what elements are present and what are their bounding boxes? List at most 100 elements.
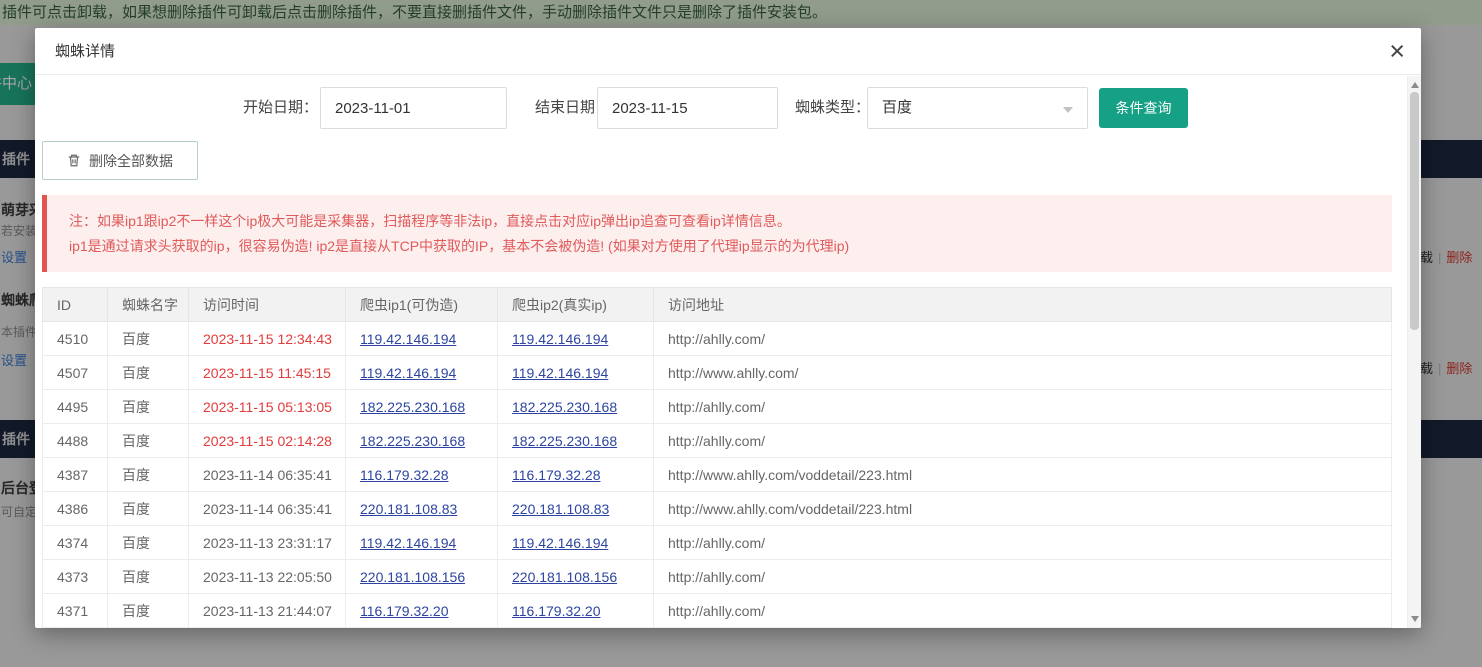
modal-scrollbar[interactable] <box>1407 76 1421 628</box>
cell-ip1: 220.181.108.156 <box>346 560 498 594</box>
ip2-link[interactable]: 119.42.146.194 <box>512 331 608 347</box>
ip2-link[interactable]: 119.42.146.194 <box>512 365 608 381</box>
cell-visit-time: 2023-11-15 05:13:05 <box>189 390 346 424</box>
cell-id: 4371 <box>43 594 108 628</box>
cell-ip2: 116.179.32.20 <box>498 594 654 628</box>
ip2-link[interactable]: 116.179.32.28 <box>512 467 601 483</box>
col-header-ip1: 爬虫ip1(可伪造) <box>346 288 498 322</box>
modal-header: 蜘蛛详情 × <box>35 28 1421 75</box>
notice-line-2: ip1是通过请求头获取的ip，很容易伪造! ip2是直接从TCP中获取的IP，基… <box>69 234 1372 259</box>
cell-spider-name: 百度 <box>108 458 189 492</box>
cell-ip1: 119.42.146.194 <box>346 322 498 356</box>
cell-visit-time: 2023-11-14 06:35:41 <box>189 458 346 492</box>
cell-ip2: 182.225.230.168 <box>498 424 654 458</box>
col-header-visit-url: 访问地址 <box>654 288 1392 322</box>
cell-visit-url: http://www.ahlly.com/ <box>654 356 1392 390</box>
notice-box: 注：如果ip1跟ip2不一样这个ip极大可能是采集器，扫描程序等非法ip，直接点… <box>42 195 1392 272</box>
scrollbar-up-arrow[interactable] <box>1411 82 1419 88</box>
ip1-link[interactable]: 116.179.32.20 <box>360 603 449 619</box>
spider-type-selected-value: 百度 <box>882 99 912 116</box>
cell-visit-time: 2023-11-15 12:34:43 <box>189 322 346 356</box>
cell-visit-time: 2023-11-13 23:31:17 <box>189 526 346 560</box>
cell-visit-time: 2023-11-15 11:45:15 <box>189 356 346 390</box>
cell-ip2: 220.181.108.83 <box>498 492 654 526</box>
ip2-link[interactable]: 182.225.230.168 <box>512 399 617 415</box>
ip1-link[interactable]: 220.181.108.156 <box>360 569 465 585</box>
ip2-link[interactable]: 220.181.108.83 <box>512 501 609 517</box>
spider-detail-modal: 蜘蛛详情 × 开始日期： 结束日期： 蜘蛛类型： 百度 条件查询 删除全部数据 … <box>35 28 1421 628</box>
start-date-label: 开始日期： <box>235 87 318 129</box>
cell-visit-url: http://ahlly.com/ <box>654 322 1392 356</box>
query-button[interactable]: 条件查询 <box>1099 88 1188 128</box>
cell-visit-url: http://www.ahlly.com/voddetail/223.html <box>654 458 1392 492</box>
scrollbar-down-arrow[interactable] <box>1411 616 1419 622</box>
ip2-link[interactable]: 220.181.108.156 <box>512 569 617 585</box>
cell-ip1: 220.181.108.83 <box>346 492 498 526</box>
cell-spider-name: 百度 <box>108 492 189 526</box>
notice-line-1: 注：如果ip1跟ip2不一样这个ip极大可能是采集器，扫描程序等非法ip，直接点… <box>69 209 1372 234</box>
end-date-input[interactable] <box>597 87 778 129</box>
cell-spider-name: 百度 <box>108 390 189 424</box>
table-row: 4495 百度 2023-11-15 05:13:05 182.225.230.… <box>43 390 1392 424</box>
cell-id: 4507 <box>43 356 108 390</box>
table-row: 4371 百度 2023-11-13 21:44:07 116.179.32.2… <box>43 594 1392 628</box>
ip1-link[interactable]: 182.225.230.168 <box>360 399 465 415</box>
cell-spider-name: 百度 <box>108 424 189 458</box>
cell-id: 4373 <box>43 560 108 594</box>
table-row: 4387 百度 2023-11-14 06:35:41 116.179.32.2… <box>43 458 1392 492</box>
cell-ip1: 182.225.230.168 <box>346 390 498 424</box>
cell-ip2: 119.42.146.194 <box>498 322 654 356</box>
cell-id: 4495 <box>43 390 108 424</box>
modal-title: 蜘蛛详情 <box>55 28 115 75</box>
cell-visit-url: http://ahlly.com/ <box>654 424 1392 458</box>
close-icon[interactable]: × <box>1389 34 1405 68</box>
table-row: 4386 百度 2023-11-14 06:35:41 220.181.108.… <box>43 492 1392 526</box>
start-date-input[interactable] <box>320 87 507 129</box>
cell-ip1: 119.42.146.194 <box>346 526 498 560</box>
cell-ip2: 116.179.32.28 <box>498 458 654 492</box>
cell-visit-time: 2023-11-15 02:14:28 <box>189 424 346 458</box>
col-header-ip2: 爬虫ip2(真实ip) <box>498 288 654 322</box>
cell-id: 4488 <box>43 424 108 458</box>
cell-visit-url: http://ahlly.com/ <box>654 526 1392 560</box>
cell-ip1: 182.225.230.168 <box>346 424 498 458</box>
cell-ip1: 116.179.32.20 <box>346 594 498 628</box>
cell-spider-name: 百度 <box>108 322 189 356</box>
cell-ip1: 116.179.32.28 <box>346 458 498 492</box>
cell-visit-url: http://ahlly.com/ <box>654 390 1392 424</box>
spider-table-head: ID 蜘蛛名字 访问时间 爬虫ip1(可伪造) 爬虫ip2(真实ip) 访问地址 <box>43 288 1392 322</box>
cell-ip2: 182.225.230.168 <box>498 390 654 424</box>
ip1-link[interactable]: 220.181.108.83 <box>360 501 457 517</box>
ip1-link[interactable]: 182.225.230.168 <box>360 433 465 449</box>
cell-visit-url: http://ahlly.com/ <box>654 594 1392 628</box>
ip1-link[interactable]: 119.42.146.194 <box>360 535 456 551</box>
cell-spider-name: 百度 <box>108 560 189 594</box>
table-row: 4507 百度 2023-11-15 11:45:15 119.42.146.1… <box>43 356 1392 390</box>
ip1-link[interactable]: 119.42.146.194 <box>360 365 456 381</box>
trash-icon <box>67 153 81 168</box>
cell-ip1: 119.42.146.194 <box>346 356 498 390</box>
cell-ip2: 119.42.146.194 <box>498 356 654 390</box>
cell-visit-time: 2023-11-13 21:44:07 <box>189 594 346 628</box>
cell-spider-name: 百度 <box>108 594 189 628</box>
delete-all-button[interactable]: 删除全部数据 <box>42 141 198 180</box>
ip2-link[interactable]: 119.42.146.194 <box>512 535 608 551</box>
ip2-link[interactable]: 116.179.32.20 <box>512 603 601 619</box>
col-header-spider-name: 蜘蛛名字 <box>108 288 189 322</box>
cell-ip2: 119.42.146.194 <box>498 526 654 560</box>
spider-type-label: 蜘蛛类型： <box>787 87 870 129</box>
scrollbar-thumb[interactable] <box>1410 92 1419 330</box>
cell-spider-name: 百度 <box>108 526 189 560</box>
ip1-link[interactable]: 119.42.146.194 <box>360 331 456 347</box>
col-header-id: ID <box>43 288 108 322</box>
spider-table-body: 4510 百度 2023-11-15 12:34:43 119.42.146.1… <box>43 322 1392 628</box>
ip2-link[interactable]: 182.225.230.168 <box>512 433 617 449</box>
cell-id: 4387 <box>43 458 108 492</box>
cell-visit-url: http://ahlly.com/ <box>654 560 1392 594</box>
ip1-link[interactable]: 116.179.32.28 <box>360 467 449 483</box>
spider-type-select[interactable]: 百度 <box>867 87 1088 129</box>
cell-ip2: 220.181.108.156 <box>498 560 654 594</box>
chevron-down-icon <box>1063 107 1073 113</box>
cell-id: 4386 <box>43 492 108 526</box>
cell-id: 4374 <box>43 526 108 560</box>
